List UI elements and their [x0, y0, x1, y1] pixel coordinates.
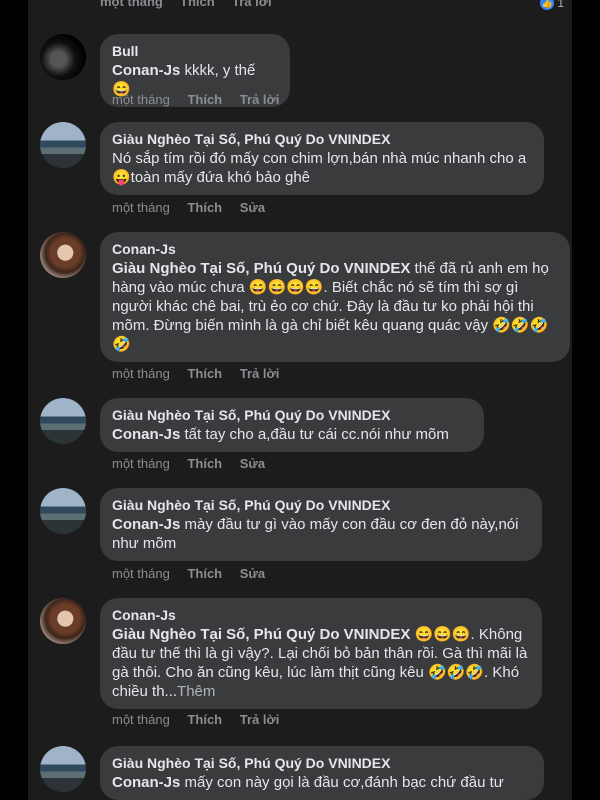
reaction-summary[interactable]: 👍 1: [540, 0, 564, 10]
like-button[interactable]: Thích: [187, 200, 222, 215]
avatar[interactable]: [40, 488, 86, 534]
comment-actions: một tháng Thích Trả lời: [112, 366, 293, 381]
comment-actions: một tháng Thích Trả lời: [112, 92, 293, 107]
comment-author[interactable]: Bull: [112, 42, 278, 61]
comment-actions: một tháng Thích Sửa: [112, 566, 279, 581]
comment-author[interactable]: Giàu Nghèo Tại Số, Phú Quý Do VNINDEX: [112, 406, 472, 425]
comment-bubble: Conan-Js Giàu Nghèo Tại Số, Phú Quý Do V…: [100, 598, 542, 709]
comment-author[interactable]: Conan-Js: [112, 240, 558, 259]
avatar[interactable]: [40, 398, 86, 444]
avatar[interactable]: [40, 232, 86, 278]
comment-text: Nó sắp tím rồi đó mấy con chim lợn,bán n…: [112, 150, 527, 186]
reply-button[interactable]: Trả lời: [240, 712, 280, 727]
comment-time: một tháng: [112, 712, 170, 727]
avatar[interactable]: [40, 746, 86, 792]
comment-text: mấy con này gọi là đầu cơ,đánh bạc chứ đ…: [180, 774, 504, 791]
like-button[interactable]: Thích: [180, 0, 215, 9]
comment-bubble: Giàu Nghèo Tại Số, Phú Quý Do VNINDEX Co…: [100, 398, 484, 452]
like-button[interactable]: Thích: [187, 92, 222, 107]
see-more-link[interactable]: Thêm: [177, 683, 215, 700]
like-button[interactable]: Thích: [187, 566, 222, 581]
reply-button[interactable]: Trả lời: [240, 92, 280, 107]
previous-comment-actions: một tháng Thích Trả lời: [100, 0, 562, 10]
comment-time: một tháng: [112, 566, 170, 581]
comment-actions: một tháng Thích Sửa: [112, 456, 279, 471]
edit-button[interactable]: Sửa: [240, 456, 265, 471]
reply-button[interactable]: Trả lời: [232, 0, 272, 9]
comment-author[interactable]: Giàu Nghèo Tại Số, Phú Quý Do VNINDEX: [112, 130, 532, 149]
avatar[interactable]: [40, 34, 86, 80]
reply-button[interactable]: Trả lời: [240, 366, 280, 381]
edit-button[interactable]: Sửa: [240, 200, 265, 215]
like-button[interactable]: Thích: [187, 712, 222, 727]
comment-time: một tháng: [112, 366, 170, 381]
comment-bubble: Giàu Nghèo Tại Số, Phú Quý Do VNINDEX Co…: [100, 746, 544, 800]
comment-panel: một tháng Thích Trả lời 👍 1 Bull Conan-J…: [28, 0, 572, 800]
mention-link[interactable]: Giàu Nghèo Tại Số, Phú Quý Do VNINDEX: [112, 260, 410, 277]
comment-bubble: Giàu Nghèo Tại Số, Phú Quý Do VNINDEX Co…: [100, 488, 542, 561]
comment-time: một tháng: [112, 200, 170, 215]
mention-link[interactable]: Conan-Js: [112, 62, 180, 79]
mention-link[interactable]: Conan-Js: [112, 516, 180, 533]
comment-time: một tháng: [100, 0, 163, 9]
avatar[interactable]: [40, 598, 86, 644]
like-button[interactable]: Thích: [187, 456, 222, 471]
comment-author[interactable]: Conan-Js: [112, 606, 530, 625]
avatar[interactable]: [40, 122, 86, 168]
mention-link[interactable]: Conan-Js: [112, 426, 180, 443]
reaction-count: 1: [557, 0, 564, 10]
comment-author[interactable]: Giàu Nghèo Tại Số, Phú Quý Do VNINDEX: [112, 496, 530, 515]
comment-bubble: Giàu Nghèo Tại Số, Phú Quý Do VNINDEX Nó…: [100, 122, 544, 195]
comment-text: tất tay cho a,đầu tư cái cc.nói như mõm: [180, 426, 449, 443]
thumbs-up-icon: 👍: [540, 0, 555, 10]
mention-link[interactable]: Conan-Js: [112, 774, 180, 791]
edit-button[interactable]: Sửa: [240, 566, 265, 581]
mention-link[interactable]: Giàu Nghèo Tại Số, Phú Quý Do VNINDEX: [112, 626, 410, 643]
comment-time: một tháng: [112, 456, 170, 471]
like-button[interactable]: Thích: [187, 366, 222, 381]
comment-actions: một tháng Thích Sửa: [112, 200, 279, 215]
comment-author[interactable]: Giàu Nghèo Tại Số, Phú Quý Do VNINDEX: [112, 754, 532, 773]
comment-actions: một tháng Thích Trả lời: [112, 712, 293, 727]
comment-bubble: Conan-Js Giàu Nghèo Tại Số, Phú Quý Do V…: [100, 232, 570, 362]
comment-time: một tháng: [112, 92, 170, 107]
